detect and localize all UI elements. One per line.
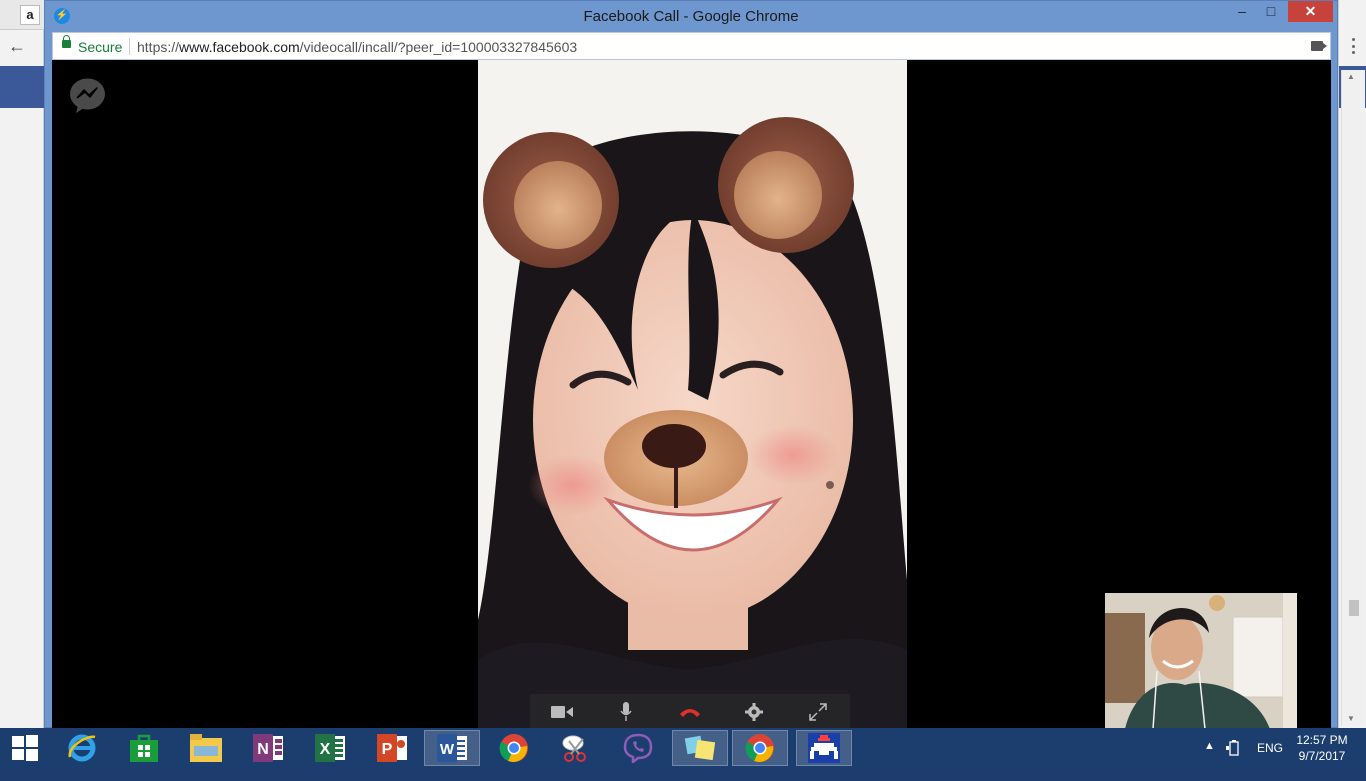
url-scheme: https:// xyxy=(137,39,180,55)
taskbar: N X P W ▲ ENG 12:57 PM 9/7/2017 xyxy=(0,728,1366,768)
taskbar-excel[interactable]: X xyxy=(302,730,358,766)
amazon-favicon-icon: a xyxy=(20,5,40,25)
lock-icon xyxy=(62,35,71,48)
taskbar-internet-explorer[interactable] xyxy=(54,730,110,766)
url-text[interactable]: https://www.facebook.com/videocall/incal… xyxy=(137,39,577,55)
svg-text:N: N xyxy=(257,741,269,758)
secure-label[interactable]: Secure xyxy=(78,39,122,55)
back-arrow-icon[interactable]: ← xyxy=(8,36,26,57)
remote-video[interactable] xyxy=(478,60,907,729)
word-icon: W xyxy=(437,734,467,762)
taskbar-word[interactable]: W xyxy=(424,730,480,766)
end-call-button[interactable] xyxy=(677,699,703,725)
system-clock[interactable]: 12:57 PM 9/7/2017 xyxy=(1290,732,1354,764)
background-window-left-edge: a ← xyxy=(0,0,44,728)
self-video-frame xyxy=(1105,593,1297,729)
maximize-button[interactable]: □ xyxy=(1257,1,1285,22)
self-video-preview[interactable] xyxy=(1105,593,1297,729)
expand-icon xyxy=(809,702,827,721)
scrollbar-thumb[interactable] xyxy=(1349,600,1359,616)
fullscreen-button[interactable] xyxy=(805,699,831,725)
taskbar-store[interactable] xyxy=(116,730,172,766)
taskbar-snipping-tool[interactable] xyxy=(548,730,604,766)
sticky-notes-icon xyxy=(684,735,716,761)
minimize-button[interactable]: – xyxy=(1228,1,1256,22)
folder-icon xyxy=(190,734,222,762)
url-host: www.facebook.com xyxy=(179,39,300,55)
taskbar-powerpoint[interactable]: P xyxy=(364,730,420,766)
messenger-logo-icon xyxy=(70,78,105,113)
clock-time: 12:57 PM xyxy=(1296,733,1348,747)
onenote-icon: N xyxy=(253,734,283,762)
taskbar-chrome-active[interactable] xyxy=(732,730,788,766)
facebook-header-strip xyxy=(0,66,44,108)
start-button[interactable] xyxy=(0,730,50,766)
window-title: Facebook Call - Google Chrome xyxy=(583,8,799,25)
taskbar-viber[interactable] xyxy=(610,730,666,766)
call-stage xyxy=(52,60,1331,729)
power-plug-icon[interactable] xyxy=(1226,740,1242,780)
show-hidden-icons-button[interactable]: ▲ xyxy=(1204,740,1215,780)
background-tab[interactable]: a xyxy=(0,0,44,30)
call-controls-bar xyxy=(530,694,850,729)
svg-text:W: W xyxy=(440,741,455,758)
facebook-call-window: ⚡ Facebook Call - Google Chrome – □ ✕ Se… xyxy=(44,0,1338,729)
clock-date: 9/7/2017 xyxy=(1298,749,1346,763)
svg-text:X: X xyxy=(320,741,331,758)
viber-icon xyxy=(623,733,653,763)
excel-icon: X xyxy=(315,734,345,762)
svg-text:P: P xyxy=(382,741,393,758)
scroll-down-arrow-icon[interactable]: ▼ xyxy=(1347,714,1355,723)
store-icon xyxy=(130,734,158,762)
url-path: /videocall/incall/?peer_id=1000033278456… xyxy=(299,39,578,55)
battery-charging-icon xyxy=(1226,740,1239,756)
taskbar-chrome[interactable] xyxy=(486,730,542,766)
camera-toggle-button[interactable] xyxy=(549,699,575,725)
taskbar-game-app[interactable] xyxy=(796,730,852,766)
remote-video-frame xyxy=(478,60,907,729)
address-bar[interactable]: Secure https://www.facebook.com/videocal… xyxy=(52,32,1331,60)
chrome-icon xyxy=(745,734,774,762)
taskbar-sticky-notes[interactable] xyxy=(672,730,728,766)
windows-logo-icon xyxy=(12,735,38,761)
taskbar-onenote[interactable]: N xyxy=(240,730,296,766)
window-titlebar[interactable]: ⚡ Facebook Call - Google Chrome – □ ✕ xyxy=(45,1,1337,32)
chrome-icon xyxy=(499,734,528,762)
taskbar-file-explorer[interactable] xyxy=(178,730,234,766)
scissors-icon xyxy=(562,735,586,762)
camera-in-use-icon[interactable] xyxy=(1311,41,1327,51)
internet-explorer-icon xyxy=(68,734,96,762)
background-window-right-edge: ▲ ▼ xyxy=(1338,0,1366,728)
close-button[interactable]: ✕ xyxy=(1288,1,1333,22)
gear-icon xyxy=(745,702,763,721)
address-separator xyxy=(129,38,130,55)
microphone-toggle-button[interactable] xyxy=(613,699,639,725)
microphone-icon xyxy=(620,701,632,721)
scroll-up-arrow-icon[interactable]: ▲ xyxy=(1347,72,1355,81)
powerpoint-icon: P xyxy=(377,734,407,762)
hang-up-icon xyxy=(680,708,700,717)
chrome-menu-icon[interactable] xyxy=(1347,38,1359,54)
settings-button[interactable] xyxy=(741,699,767,725)
input-language[interactable]: ENG xyxy=(1257,741,1283,781)
pixel-creature-icon xyxy=(808,733,840,763)
page-scrollbar[interactable] xyxy=(1341,70,1365,726)
video-camera-icon xyxy=(551,705,573,718)
